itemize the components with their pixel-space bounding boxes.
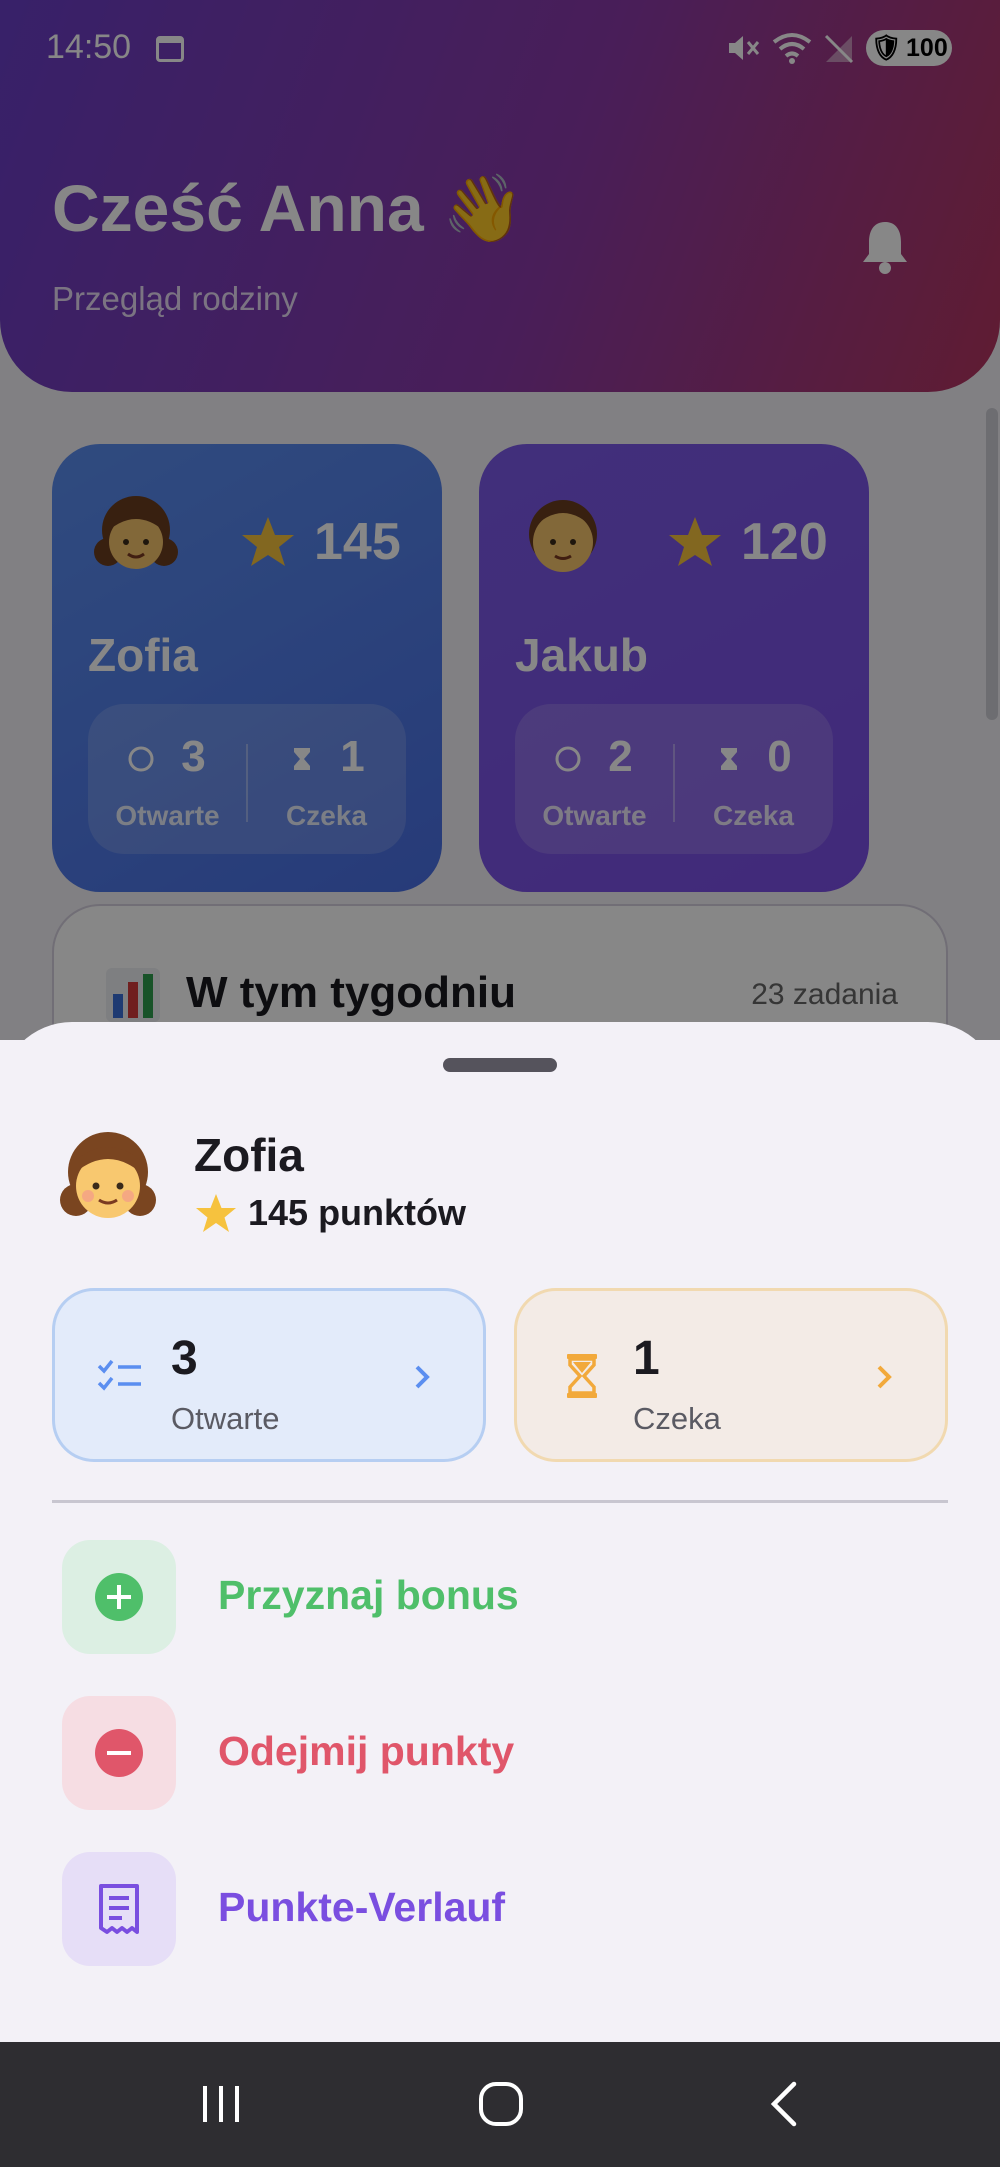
drag-handle[interactable] bbox=[443, 1058, 557, 1072]
home-button[interactable] bbox=[466, 2072, 536, 2136]
kid-detail-sheet: Zofia 145 punktów 3 Otwarte 1 Czeka Przy… bbox=[0, 1022, 1000, 2042]
system-nav-bar bbox=[0, 2042, 1000, 2167]
divider bbox=[52, 1500, 948, 1503]
open-label: Otwarte bbox=[171, 1401, 280, 1436]
deduct-points-label: Odejmij punkty bbox=[218, 1728, 515, 1774]
sheet-kid-points: 145 punktów bbox=[248, 1192, 467, 1233]
sheet-kid-name: Zofia bbox=[194, 1129, 304, 1181]
plus-circle-icon bbox=[62, 1540, 176, 1654]
chevron-right-icon bbox=[415, 1365, 430, 1389]
waiting-tasks-button[interactable]: 1 Czeka bbox=[514, 1288, 948, 1462]
minus-circle-icon bbox=[62, 1696, 176, 1810]
girl-avatar-icon bbox=[60, 1132, 156, 1218]
hourglass-icon bbox=[567, 1354, 597, 1398]
wait-count: 1 bbox=[633, 1332, 660, 1385]
modal-scrim[interactable] bbox=[0, 0, 1000, 1040]
points-history-button[interactable]: Punkte-Verlauf bbox=[62, 1852, 942, 1966]
award-bonus-button[interactable]: Przyznaj bonus bbox=[62, 1540, 942, 1654]
chevron-right-icon bbox=[877, 1365, 892, 1389]
recents-button[interactable] bbox=[186, 2072, 256, 2136]
back-button[interactable] bbox=[748, 2072, 818, 2136]
star-icon bbox=[196, 1194, 236, 1232]
home-screen: 14:50 🛡 100 Cześć Anna 👋 Przegląd rodziny bbox=[0, 0, 1000, 1040]
checklist-icon bbox=[97, 1359, 141, 1391]
deduct-points-button[interactable]: Odejmij punkty bbox=[62, 1696, 942, 1810]
award-bonus-label: Przyznaj bonus bbox=[218, 1572, 519, 1618]
open-count: 3 bbox=[171, 1332, 198, 1385]
open-tasks-button[interactable]: 3 Otwarte bbox=[52, 1288, 486, 1462]
wait-label: Czeka bbox=[633, 1401, 721, 1436]
receipt-icon bbox=[62, 1852, 176, 1966]
points-history-label: Punkte-Verlauf bbox=[218, 1884, 506, 1930]
